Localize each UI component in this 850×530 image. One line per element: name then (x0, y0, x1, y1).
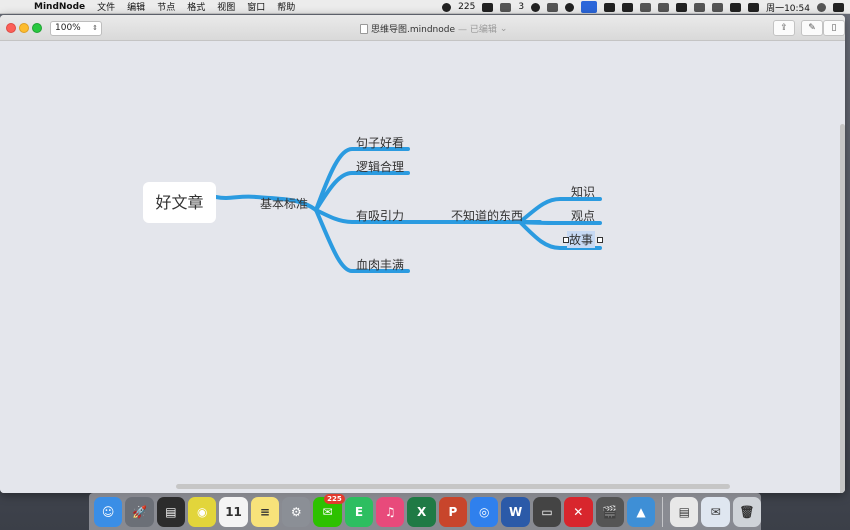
root-node[interactable]: 好文章 (143, 182, 216, 223)
dock-badge: 225 (324, 493, 345, 504)
zoom-window-button[interactable] (32, 23, 42, 33)
cloud-status-icon[interactable] (531, 2, 541, 12)
connector-lines (214, 147, 602, 273)
screen-icon[interactable] (730, 2, 742, 12)
menu-help[interactable]: 帮助 (277, 0, 295, 13)
camera-status-icon[interactable] (482, 2, 494, 12)
dock-finder-icon[interactable]: ☺ (94, 496, 123, 527)
dock-excel-icon[interactable]: X (407, 496, 436, 527)
input-method-icon[interactable] (748, 2, 760, 12)
dock-xmind-icon[interactable]: ✕ (564, 496, 593, 527)
sidebar-toggle-button[interactable]: ▯ (823, 20, 845, 36)
mindmap-canvas[interactable]: 好文章 基本标准 句子好看 逻辑合理 有吸引力 血肉丰满 不知道的东西 知识 观… (0, 42, 845, 493)
menu-bar: MindNode 文件 编辑 节点 格式 视图 窗口 帮助 225 3 周一10… (0, 0, 850, 14)
node-branch-1[interactable]: 句子好看 (356, 134, 404, 151)
menu-file[interactable]: 文件 (97, 0, 115, 13)
title-bar: 100% ⇕ 思维导图.mindnode — 已编辑 ⌄ ⇪ ✎ ▯ (0, 15, 845, 41)
close-window-button[interactable] (6, 23, 16, 33)
node-leaf-2[interactable]: 观点 (571, 207, 595, 224)
node-leaf-3-selected[interactable]: 故事 (567, 231, 596, 248)
ai-status-icon[interactable] (500, 2, 512, 12)
node-leaf-1[interactable]: 知识 (571, 183, 595, 200)
menu-node[interactable]: 节点 (157, 0, 175, 13)
dock-wechat-icon[interactable]: ✉ 225 (313, 493, 345, 527)
menu-edit[interactable]: 编辑 (127, 0, 145, 13)
node-branch-2[interactable]: 逻辑合理 (356, 158, 404, 175)
document-name: 思维导图.mindnode (371, 25, 456, 35)
document-title[interactable]: 思维导图.mindnode — 已编辑 ⌄ (360, 22, 507, 35)
link-status-icon[interactable] (547, 2, 559, 12)
bluetooth-icon[interactable] (658, 2, 670, 12)
chevron-down-icon: ⌄ (499, 23, 508, 34)
style-button[interactable]: ✎ (801, 20, 823, 36)
menu-format[interactable]: 格式 (187, 0, 205, 13)
menu-view[interactable]: 视图 (217, 0, 235, 13)
vertical-scrollbar[interactable] (840, 124, 845, 493)
dock-evernote-icon[interactable]: E (344, 496, 374, 527)
dock-calendar-icon[interactable]: 11 (219, 496, 248, 527)
app-menu[interactable]: MindNode (34, 2, 85, 12)
document-status: — 已编辑 (458, 25, 497, 35)
wave-status-icon[interactable] (604, 2, 616, 12)
node-branch-4[interactable]: 血肉丰满 (356, 256, 404, 273)
status-area: 225 3 周一10:54 (442, 0, 844, 14)
menu-window[interactable]: 窗口 (247, 0, 265, 13)
dock-preferences-icon[interactable]: ⚙ (282, 496, 311, 527)
dock-video-icon[interactable]: 🎬 (595, 496, 624, 527)
dock-music-icon[interactable]: ♫ (376, 496, 405, 527)
clock[interactable]: 周一10:54 (766, 1, 810, 14)
dock-drive-icon[interactable]: ▭ (532, 496, 562, 527)
resize-handle-right[interactable] (597, 237, 603, 243)
dock-trash-icon[interactable]: 🗑 (732, 496, 762, 527)
dock-mail-icon[interactable]: ✉ (701, 496, 730, 527)
sync-status-icon[interactable] (565, 2, 575, 12)
spotlight-search-icon[interactable] (817, 2, 826, 12)
root-connector (214, 194, 258, 200)
node-branch-3[interactable]: 有吸引力 (356, 207, 404, 224)
node-sub-branch[interactable]: 不知道的东西 (451, 207, 523, 224)
wechat-status-icon[interactable] (442, 2, 452, 12)
dock-safari-icon[interactable]: ◎ (470, 496, 499, 527)
minimize-window-button[interactable] (19, 23, 29, 33)
battery-icon[interactable] (676, 2, 688, 12)
wechat-count: 225 (458, 2, 476, 12)
zoom-value: 100% (55, 23, 81, 33)
share-button[interactable]: ⇪ (773, 20, 795, 36)
document-icon (360, 23, 368, 34)
dock-launchpad-icon[interactable]: 🚀 (125, 496, 154, 527)
dock-notes-icon[interactable]: ≡ (250, 496, 280, 527)
active-status-icon[interactable] (581, 1, 598, 13)
node-level1[interactable]: 基本标准 (260, 195, 308, 212)
resize-handle-left[interactable] (563, 237, 569, 243)
dock-chrome-icon[interactable]: ◉ (188, 496, 217, 527)
dock: ☺ 🚀 ▤ ◉ 11 ≡ ⚙ ✉ 225 E ♫ X P ◎ W ▭ ✕ 🎬 ▲ ▤ ✉ 🗑 (89, 493, 762, 530)
translate-status-icon[interactable] (640, 2, 652, 12)
notification-center-icon[interactable] (833, 2, 844, 12)
bookmark-status-icon[interactable] (622, 2, 634, 12)
dock-separator (662, 496, 664, 527)
dock-powerpoint-icon[interactable]: P (438, 496, 468, 527)
dock-keynote-icon[interactable]: ▲ (626, 496, 656, 527)
dock-document-icon[interactable]: ▤ (670, 496, 699, 527)
dock-word-icon[interactable]: W (501, 496, 530, 527)
mindnode-window: 100% ⇕ 思维导图.mindnode — 已编辑 ⌄ ⇪ ✎ ▯ 好文章 基… (0, 15, 845, 493)
horizontal-scrollbar[interactable] (176, 484, 730, 489)
dock-activity-icon[interactable]: ▤ (156, 496, 186, 527)
zoom-select[interactable]: 100% ⇕ (50, 21, 102, 36)
chevron-updown-icon: ⇕ (92, 24, 98, 32)
ai-count: 3 (518, 2, 525, 12)
volume-icon[interactable] (694, 2, 706, 12)
wifi-icon[interactable] (712, 2, 724, 12)
